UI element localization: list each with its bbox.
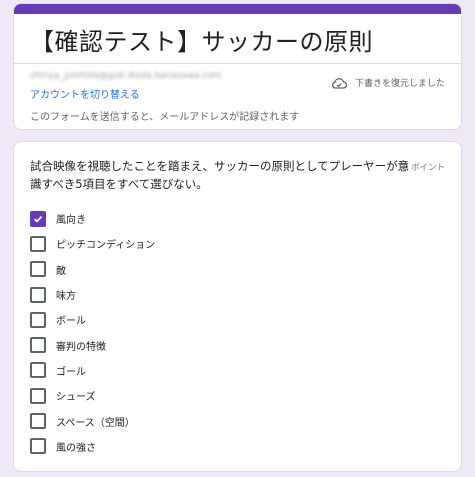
option-label: ピッチコンディション	[56, 240, 156, 252]
option-label: ボール	[56, 316, 86, 328]
checkbox[interactable]	[30, 261, 46, 278]
switch-account-link[interactable]: アカウントを切り替える	[30, 86, 140, 101]
checkbox[interactable]	[30, 387, 46, 404]
checkbox[interactable]	[30, 337, 46, 354]
cloud-check-icon	[331, 77, 347, 89]
draft-status: 下書きを復元しました	[331, 76, 445, 89]
accent-bar	[14, 4, 461, 14]
option-item[interactable]: ゴール	[30, 358, 155, 383]
form-title: 【確認テスト】サッカーの原則	[30, 28, 373, 56]
option-label: 風の強さ	[56, 442, 96, 454]
check-icon	[33, 215, 43, 223]
option-item[interactable]: 風向き	[30, 206, 155, 231]
option-label: スペース（空間）	[56, 417, 135, 429]
email-record-notice: このフォームを送信すると、メールアドレスが記録されます	[30, 112, 300, 123]
option-label: 敵	[56, 265, 66, 277]
option-label: 味方	[56, 291, 76, 303]
checkbox[interactable]	[30, 413, 46, 430]
option-item[interactable]: ボール	[30, 307, 155, 332]
option-item[interactable]: スペース（空間）	[30, 408, 155, 433]
points-label: 10 ポイント	[397, 163, 445, 173]
checkbox[interactable]	[30, 210, 46, 227]
option-label: 審判の特徴	[56, 341, 106, 353]
option-label: 風向き	[56, 215, 86, 227]
question-text: 試合映像を視聴したことを踏まえ、サッカーの原則としてプレーヤーが意識すべき5項目…	[30, 159, 410, 191]
option-item[interactable]: 敵	[30, 257, 155, 282]
form-header-card: 【確認テスト】サッカーの原則 shinya_yoshida@gob.ikeda.…	[13, 3, 462, 130]
question-card: 試合映像を視聴したことを踏まえ、サッカーの原則としてプレーヤーが意識すべき5項目…	[13, 141, 462, 472]
checkbox[interactable]	[30, 311, 46, 328]
option-item[interactable]: ピッチコンディション	[30, 231, 155, 256]
option-item[interactable]: 審判の特徴	[30, 332, 155, 357]
account-email: shinya_yoshida@gob.ikeda.kanazawa.com	[30, 71, 222, 81]
option-label: ゴール	[56, 366, 86, 378]
checkbox[interactable]	[30, 362, 46, 379]
divider	[14, 63, 461, 64]
checkbox[interactable]	[30, 286, 46, 303]
option-label: シューズ	[56, 392, 96, 404]
options-list: 風向き ピッチコンディション 敵 味方 ボール 審判の特徴 ゴール シューズ ス…	[30, 206, 155, 459]
option-item[interactable]: 風の強さ	[30, 434, 155, 459]
option-item[interactable]: シューズ	[30, 383, 155, 408]
checkbox[interactable]	[30, 438, 46, 455]
option-item[interactable]: 味方	[30, 282, 155, 307]
draft-status-text: 下書きを復元しました	[354, 79, 445, 89]
checkbox[interactable]	[30, 235, 46, 252]
